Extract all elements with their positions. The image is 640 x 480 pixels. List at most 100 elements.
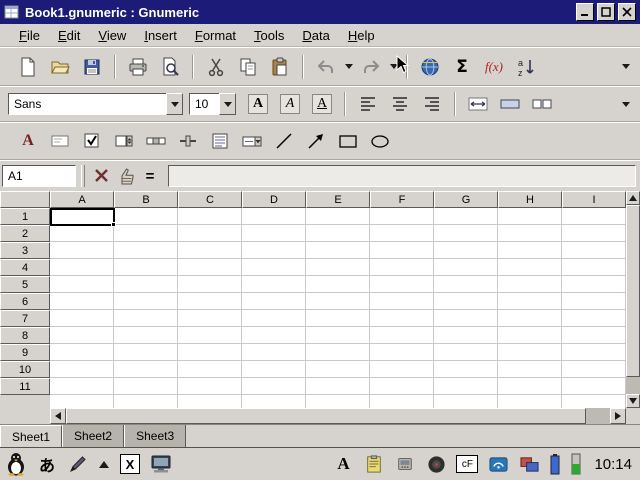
hyperlink-button[interactable] (414, 53, 446, 81)
align-center-button[interactable] (384, 90, 416, 118)
spinbutton-tool-button[interactable] (108, 127, 140, 155)
font-name-combo[interactable]: Sans (8, 93, 183, 115)
cut-button[interactable] (200, 53, 232, 81)
column-header[interactable]: E (306, 191, 370, 208)
function-button[interactable]: f(x) (478, 53, 510, 81)
sheet-tab-sheet1[interactable]: Sheet1 (0, 425, 62, 447)
input-method-button[interactable]: あ (35, 451, 59, 477)
row-header[interactable]: 11 (0, 378, 50, 395)
rectangle-tool-button[interactable] (332, 127, 364, 155)
open-button[interactable] (44, 53, 76, 81)
line-tool-button[interactable] (268, 127, 300, 155)
menu-item[interactable]: Edit (49, 26, 89, 45)
print-preview-button[interactable] (154, 53, 186, 81)
align-left-button[interactable] (352, 90, 384, 118)
new-button[interactable] (12, 53, 44, 81)
underline-button[interactable]: A (306, 90, 338, 118)
accept-button[interactable] (114, 164, 138, 188)
combobox-tool-button[interactable] (236, 127, 268, 155)
column-header[interactable]: D (242, 191, 306, 208)
menu-item[interactable]: View (89, 26, 135, 45)
font-size-dropdown[interactable] (219, 93, 236, 115)
font-size-combo[interactable]: 10 (189, 93, 236, 115)
row-header[interactable]: 2 (0, 225, 50, 242)
italic-button[interactable]: A (274, 90, 306, 118)
close-button[interactable] (618, 3, 636, 21)
xserver-button[interactable]: X (118, 451, 142, 477)
column-header[interactable]: H (498, 191, 562, 208)
cell-reference-box[interactable]: A1 (2, 165, 76, 187)
checkbox-tool-button[interactable] (76, 127, 108, 155)
row-header[interactable]: 8 (0, 327, 50, 344)
menu-item[interactable]: Data (293, 26, 338, 45)
row-header[interactable]: 3 (0, 242, 50, 259)
font-size-value[interactable]: 10 (189, 93, 219, 115)
unmerge-cells-button[interactable] (526, 90, 558, 118)
merge-cells-button[interactable] (494, 90, 526, 118)
undo-dropdown-button[interactable] (342, 53, 355, 81)
column-header[interactable]: I (562, 191, 626, 208)
column-header[interactable]: C (178, 191, 242, 208)
scroll-up-button[interactable] (626, 191, 640, 205)
sheet-tab-sheet3[interactable]: Sheet3 (124, 425, 186, 447)
row-header[interactable]: 6 (0, 293, 50, 310)
column-header[interactable]: B (114, 191, 178, 208)
row-header[interactable]: 5 (0, 276, 50, 293)
font-applet-button[interactable]: A (331, 451, 355, 477)
menu-item[interactable]: Insert (135, 26, 186, 45)
vertical-scrollbar[interactable] (626, 191, 640, 408)
vertical-scroll-thumb[interactable] (626, 205, 640, 377)
toolbar-overflow-button[interactable] (619, 53, 632, 81)
undo-button[interactable] (310, 53, 342, 81)
print-button[interactable] (122, 53, 154, 81)
scrollbar-tool-button[interactable] (140, 127, 172, 155)
font-name-dropdown[interactable] (166, 93, 183, 115)
save-button[interactable] (76, 53, 108, 81)
bold-button[interactable]: A (242, 90, 274, 118)
menu-item[interactable]: Help (339, 26, 384, 45)
menu-item[interactable]: Format (186, 26, 245, 45)
toolbar-overflow-button[interactable] (619, 90, 632, 118)
paste-button[interactable] (264, 53, 296, 81)
copy-button[interactable] (232, 53, 264, 81)
autosum-button[interactable]: Σ (446, 53, 478, 81)
redo-dropdown-button[interactable] (387, 53, 400, 81)
label-tool-button[interactable]: A (12, 127, 44, 155)
battery-applet-button[interactable] (548, 451, 562, 477)
title-bar[interactable]: Book1.gnumeric : Gnumeric (0, 0, 640, 24)
pen-input-button[interactable] (66, 451, 90, 477)
sheet-tab-sheet2[interactable]: Sheet2 (62, 425, 124, 447)
tasks-applet-button[interactable] (517, 451, 541, 477)
row-header[interactable]: 7 (0, 310, 50, 327)
menu-item[interactable]: Tools (245, 26, 293, 45)
column-header[interactable]: F (370, 191, 434, 208)
cf-card-applet-button[interactable]: cF (455, 451, 479, 477)
column-header[interactable]: G (434, 191, 498, 208)
row-header[interactable]: 4 (0, 259, 50, 276)
menu-item[interactable]: File (10, 26, 49, 45)
sort-ascending-button[interactable]: a z (510, 53, 542, 81)
scroll-down-button[interactable] (626, 394, 640, 408)
row-header[interactable]: 9 (0, 344, 50, 361)
maximize-button[interactable] (597, 3, 615, 21)
select-all-corner[interactable] (0, 191, 50, 208)
frame-tool-button[interactable] (44, 127, 76, 155)
formula-entry[interactable] (168, 165, 636, 187)
panel-menu-button[interactable] (97, 451, 111, 477)
arrow-tool-button[interactable] (300, 127, 332, 155)
scroll-left-button[interactable] (50, 408, 66, 424)
cells-area[interactable] (50, 208, 626, 408)
horizontal-scroll-thumb[interactable] (66, 408, 586, 424)
display-settings-button[interactable] (149, 451, 173, 477)
ellipse-tool-button[interactable] (364, 127, 396, 155)
battery-level-button[interactable] (569, 451, 583, 477)
row-header[interactable]: 10 (0, 361, 50, 378)
minimize-button[interactable] (576, 3, 594, 21)
tux-launcher-button[interactable] (4, 451, 28, 477)
fill-handle[interactable] (111, 222, 116, 227)
notes-applet-button[interactable] (362, 451, 386, 477)
audio-applet-button[interactable] (424, 451, 448, 477)
cancel-button[interactable] (90, 164, 114, 188)
horizontal-scrollbar[interactable] (50, 408, 626, 424)
column-header[interactable]: A (50, 191, 114, 208)
